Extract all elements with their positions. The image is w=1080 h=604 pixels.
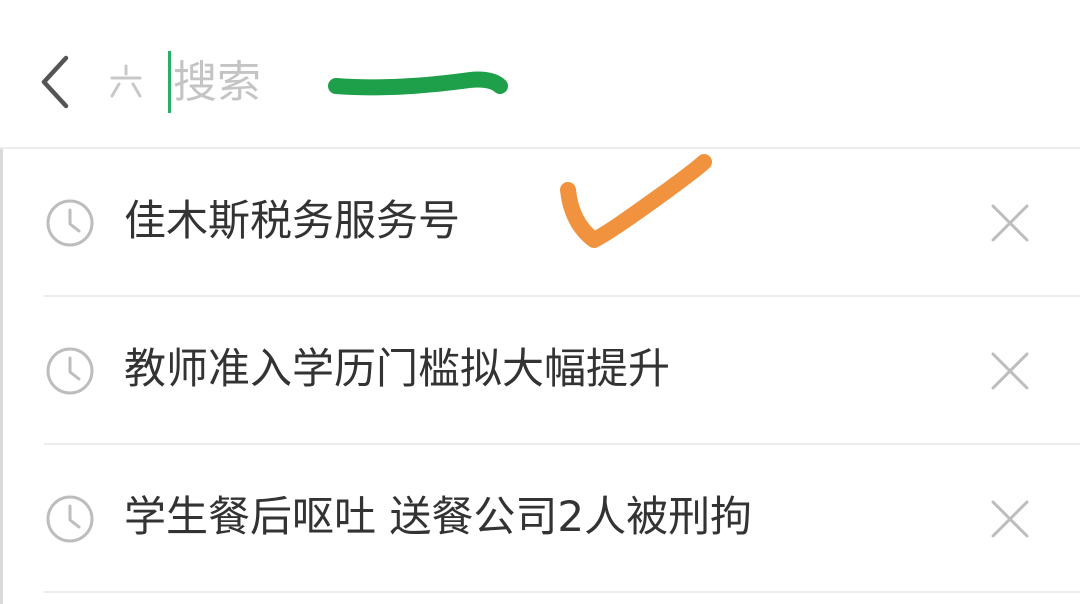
row-divider [44,591,1080,593]
text-caret [168,51,171,113]
search-field[interactable] [168,50,588,114]
clock-icon [46,199,94,247]
six-dots-icon[interactable] [106,62,146,102]
history-item[interactable]: 佳木斯税务服务号 [0,149,1080,297]
close-icon [991,500,1029,538]
history-item-label: 教师准入学历门槛拟大幅提升 [124,344,671,393]
remove-history-button[interactable] [980,341,1040,401]
history-item[interactable]: 教师准入学历门槛拟大幅提升 [0,297,1080,445]
search-header [0,0,1080,148]
search-input[interactable] [173,50,553,114]
clock-icon [46,495,94,543]
remove-history-button[interactable] [980,193,1040,253]
close-icon [991,204,1029,242]
search-history-list: 佳木斯税务服务号 教师准入学历门槛拟大幅提升 学生餐后呕吐 送餐公司2人被刑拘 [0,149,1080,593]
back-button[interactable] [28,50,84,114]
close-icon [991,352,1029,390]
history-item-label: 学生餐后呕吐 送餐公司2人被刑拘 [124,492,753,541]
history-item[interactable]: 学生餐后呕吐 送餐公司2人被刑拘 [0,445,1080,593]
history-item-label: 佳木斯税务服务号 [124,196,461,245]
clock-icon [46,347,94,395]
remove-history-button[interactable] [980,489,1040,549]
chevron-left-icon [41,55,69,109]
